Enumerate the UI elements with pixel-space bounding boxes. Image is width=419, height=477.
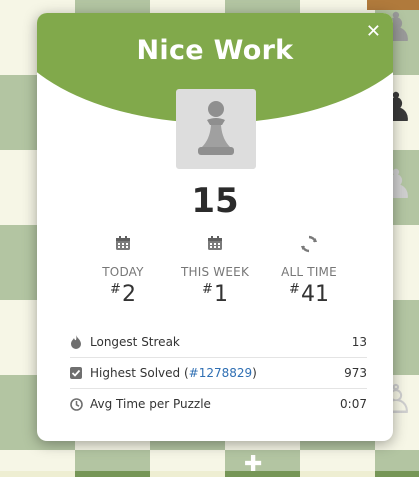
stat-label-text: Highest Solved: [90, 366, 181, 380]
rank-label: TODAY: [102, 265, 144, 279]
rank-hash: #: [202, 282, 213, 297]
modal-title: Nice Work: [136, 35, 294, 66]
checkbox-icon: [70, 367, 90, 379]
rank-value: #1: [165, 282, 265, 307]
pawn-icon: [198, 101, 234, 155]
rank-hash: #: [110, 282, 121, 297]
close-icon[interactable]: ✕: [366, 23, 381, 41]
stat-label: Longest Streak: [90, 335, 180, 349]
rank-value: #41: [259, 282, 359, 307]
highest-solved-puzzle-link[interactable]: #1278829: [189, 366, 253, 380]
stat-value: 973: [344, 366, 367, 380]
stat-highest-solved: Highest Solved (#1278829) 973: [70, 358, 367, 389]
rank-all-time: ALL TIME #41: [259, 235, 359, 307]
refresh-icon: [259, 235, 359, 255]
rank-this-week: THIS WEEK #1: [165, 235, 265, 307]
clock-icon: [70, 397, 90, 411]
stat-value: 0:07: [340, 397, 367, 411]
stat-label: Highest Solved (#1278829): [90, 366, 344, 380]
stat-value: 13: [351, 335, 367, 349]
rank-number: 1: [213, 282, 228, 307]
rank-hash: #: [289, 282, 300, 297]
stat-avg-time: Avg Time per Puzzle 0:07: [70, 389, 367, 419]
paren-close: ): [252, 366, 257, 380]
rank-today: TODAY #2: [73, 235, 173, 307]
calendar-icon: [165, 235, 265, 255]
puzzle-score: 15: [191, 181, 239, 221]
rank-label: THIS WEEK: [180, 265, 250, 279]
rank-summary: TODAY #2 THIS WEEK #1 ALL TIME #41: [47, 235, 383, 315]
flame-icon: [70, 335, 90, 349]
plus-icon: ✚: [244, 452, 263, 477]
puzzle-result-modal: Nice Work ✕ 15 TODAY #2 THIS WEEK #1 ALL…: [37, 13, 393, 441]
rank-value: #2: [73, 282, 173, 307]
rank-label: ALL TIME: [281, 265, 337, 279]
avatar: [176, 89, 256, 169]
rank-number: 41: [300, 282, 329, 307]
stat-label: Avg Time per Puzzle: [90, 397, 211, 411]
stats-list: Longest Streak 13 Highest Solved (#12788…: [70, 327, 367, 419]
calendar-icon: [73, 235, 173, 255]
rank-number: 2: [121, 282, 136, 307]
stat-longest-streak: Longest Streak 13: [70, 327, 367, 358]
